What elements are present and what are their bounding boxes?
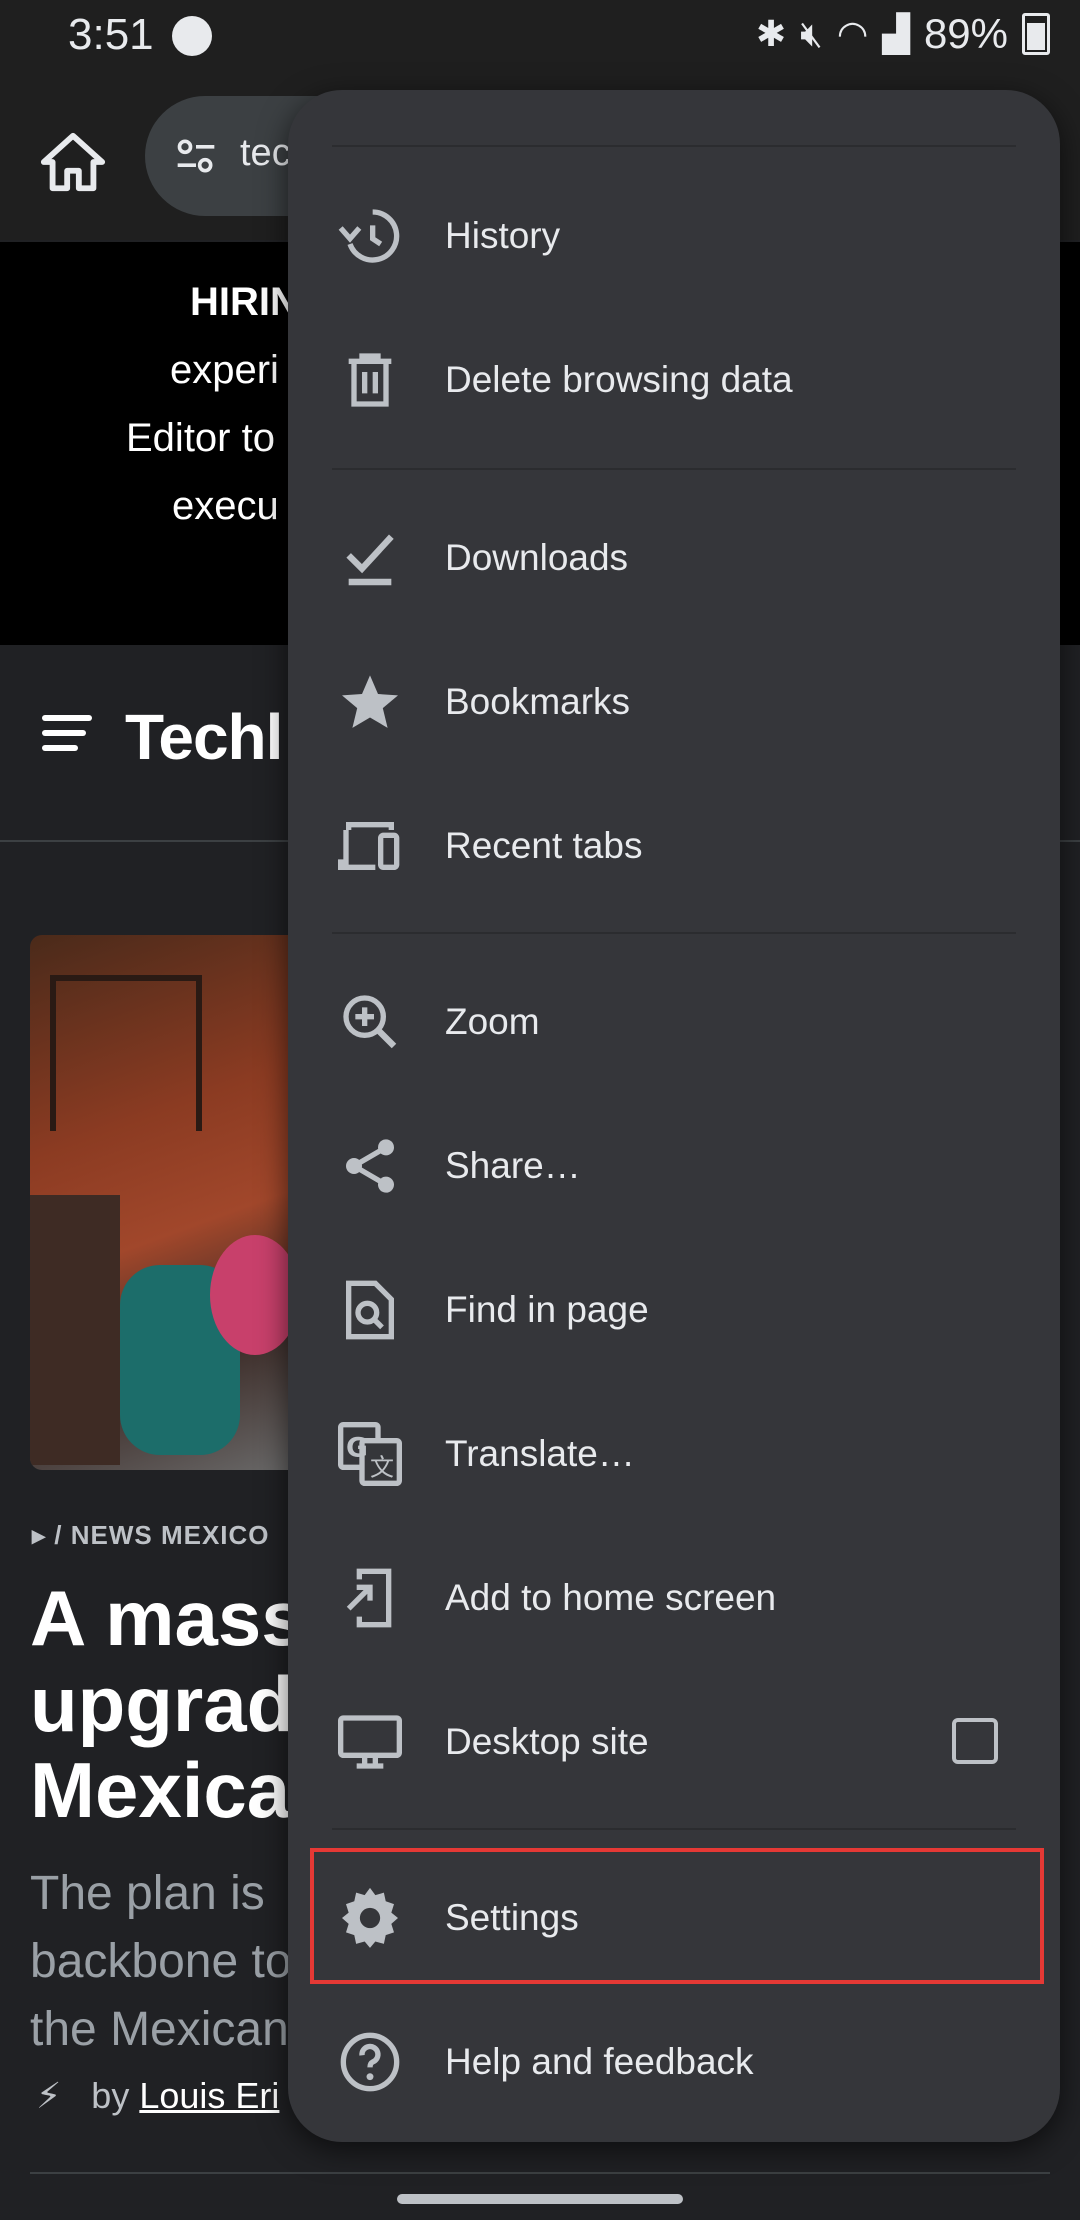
menu-item-label: Translate… [445,1433,635,1474]
menu-item-label: Bookmarks [445,681,631,722]
history-icon [338,209,400,263]
dek-line: the Mexican [30,2003,289,2056]
author-link[interactable]: Louis Eri [139,2075,279,2116]
article-dek: The plan is backbone to the Mexican [30,1860,292,2064]
menu-item-label: Desktop site [445,1721,649,1762]
zoom-icon [343,995,397,1049]
byline-by: by [91,2075,130,2116]
trash-icon [348,353,392,407]
download-icon [346,534,394,586]
menu-item-zoom[interactable]: Zoom [288,950,1060,1094]
home-icon[interactable] [38,127,108,197]
headline-line: upgrad [30,1660,295,1748]
overflow-menu: History Delete browsing data Downloads B… [288,90,1060,2142]
dek-line: The plan is [30,1867,265,1920]
url-text: tec [240,132,291,174]
menu-item-delete-browsing-data[interactable]: Delete browsing data [288,308,1060,452]
add-to-home-icon [346,1568,392,1628]
status-time: 3:51 [68,10,154,59]
menu-item-desktop-site[interactable]: Desktop site [288,1670,1060,1814]
svg-text:G: G [346,1433,368,1464]
article-headline[interactable]: A mass upgrad Mexica [30,1575,305,1833]
menu-divider [332,145,1016,147]
menu-item-add-to-home-screen[interactable]: Add to home screen [288,1526,1060,1670]
menu-item-label: Recent tabs [445,825,643,866]
bolt-icon: ⚡︎ [36,2075,62,2116]
site-logo[interactable]: Techl [125,700,283,774]
article-image[interactable] [30,935,310,1470]
menu-item-label: Downloads [445,537,629,578]
menu-item-history[interactable]: History [288,164,1060,308]
menu-item-downloads[interactable]: Downloads [288,486,1060,630]
banner-line: Editor to [126,416,275,460]
menu-item-label: Share… [445,1145,581,1186]
banner-line: HIRIN [190,280,299,324]
banner-line: execu [172,484,279,528]
share-icon [346,1139,394,1193]
svg-text:文: 文 [370,1453,394,1481]
menu-divider [332,1828,1016,1830]
help-icon [340,2032,400,2092]
bluetooth-icon: ✱ [755,13,787,54]
divider [30,2172,1050,2174]
star-icon [342,675,398,728]
menu-item-help-and-feedback[interactable]: Help and feedback [288,1990,1060,2134]
menu-item-translate[interactable]: G 文 Translate… [288,1382,1060,1526]
menu-divider [332,468,1016,470]
menu-item-label: Delete browsing data [445,359,793,400]
menu-item-label: History [445,215,561,256]
kicker-text: / NEWS MEXICO [54,1520,270,1550]
translate-icon: G 文 [338,1422,402,1486]
battery-percent: 89% [923,10,1008,57]
menu-item-find-in-page[interactable]: Find in page [288,1238,1060,1382]
find-in-page-icon [346,1280,394,1340]
desktop-site-checkbox[interactable] [952,1718,998,1764]
menu-item-share[interactable]: Share… [288,1094,1060,1238]
status-bar: 3:51 ✱ 🔇︎ ◠ ▟ 89% [0,0,1080,72]
menu-item-label: Add to home screen [445,1577,777,1618]
mute-icon: 🔇︎ [800,12,823,54]
settings-highlight-box [310,1848,1044,1984]
hamburger-menu-icon[interactable] [42,715,92,755]
desktop-icon [338,1715,402,1769]
battery-icon [1022,13,1050,55]
article-kicker: ▸ / NEWS MEXICO [32,1520,270,1550]
devices-icon [338,822,400,870]
headline-line: A mass [30,1574,305,1662]
menu-item-label: Help and feedback [445,2041,754,2082]
byline: ⚡︎ by Louis Eri [36,2075,279,2117]
status-icons: ✱ 🔇︎ ◠ ▟ 89% [756,10,1050,58]
gesture-nav-handle[interactable] [397,2194,683,2204]
signal-icon: ▟ [882,13,910,54]
menu-item-bookmarks[interactable]: Bookmarks [288,630,1060,774]
site-settings-icon[interactable] [171,134,221,178]
menu-item-label: Find in page [445,1289,649,1330]
spotify-icon [172,16,212,56]
menu-item-recent-tabs[interactable]: Recent tabs [288,774,1060,918]
banner-line: experi [170,348,279,392]
menu-divider [332,932,1016,934]
headline-line: Mexica [30,1746,291,1834]
wifi-icon: ◠ [836,13,869,54]
dek-line: backbone to [30,1935,292,1988]
menu-item-label: Zoom [445,1001,540,1042]
